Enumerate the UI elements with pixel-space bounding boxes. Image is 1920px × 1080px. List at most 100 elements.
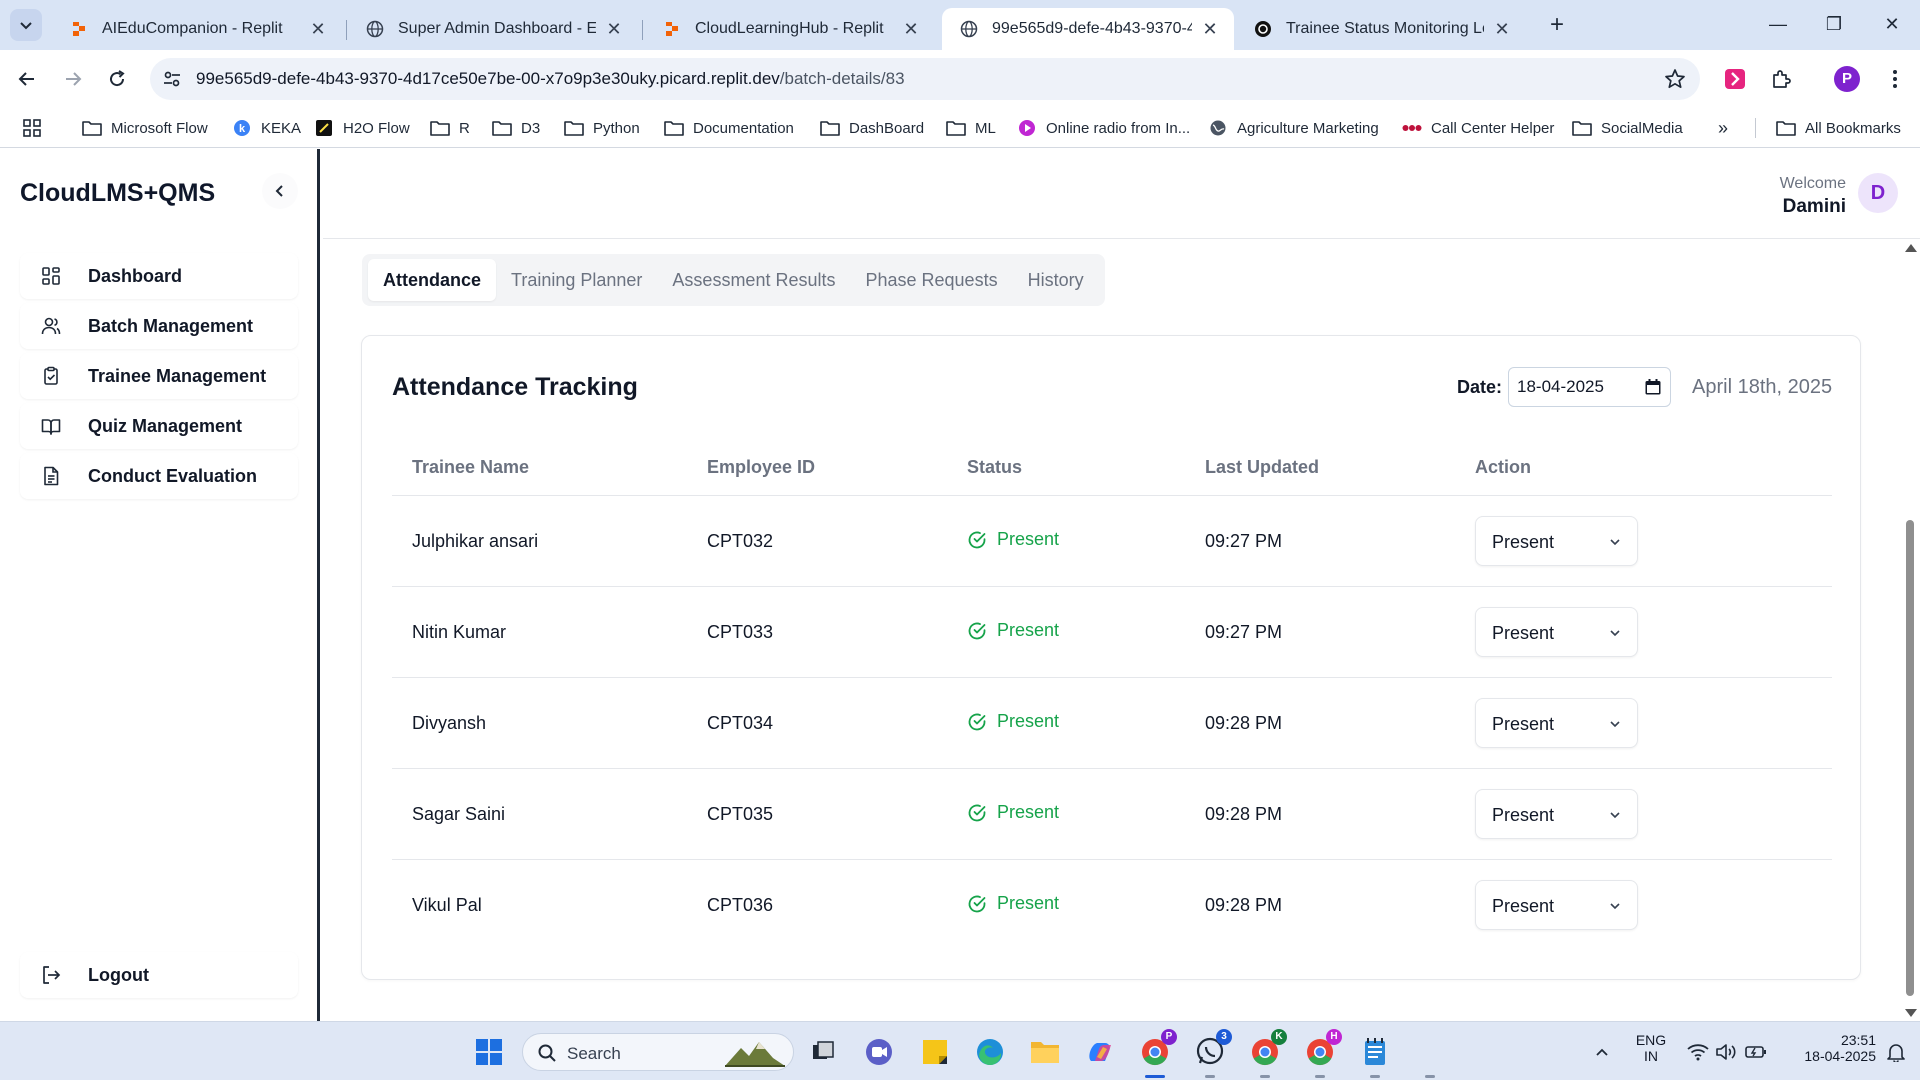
- close-icon[interactable]: ✕: [604, 19, 624, 40]
- chevron-down-icon: [1607, 898, 1623, 914]
- tab-search-button[interactable]: [10, 9, 42, 41]
- file-explorer-icon[interactable]: [1027, 1034, 1063, 1070]
- avatar[interactable]: D: [1858, 173, 1898, 213]
- more-bookmarks-button[interactable]: »: [1718, 117, 1728, 139]
- whatsapp-icon[interactable]: 3: [1192, 1029, 1232, 1078]
- tab-phase-requests[interactable]: Phase Requests: [850, 259, 1012, 301]
- status-badge: Present: [967, 620, 1059, 641]
- forward-button[interactable]: [58, 64, 88, 94]
- bookmark-item[interactable]: k KEKA: [232, 117, 301, 139]
- extensions-puzzle-icon[interactable]: [1768, 66, 1794, 92]
- bookmark-star-icon[interactable]: [1664, 68, 1686, 90]
- tab-history[interactable]: History: [1013, 259, 1099, 301]
- arrow-right-icon: [66, 72, 82, 86]
- trainee-name: Vikul Pal: [412, 895, 482, 915]
- edge-browser-icon[interactable]: [972, 1034, 1008, 1070]
- scroll-up-arrow[interactable]: [1905, 244, 1917, 252]
- input-language[interactable]: ENG IN: [1628, 1032, 1674, 1064]
- calendar-icon[interactable]: [1644, 378, 1662, 396]
- folder-icon: [492, 119, 512, 137]
- sidebar-item-quiz-management[interactable]: Quiz Management: [20, 403, 298, 449]
- notepad-icon[interactable]: [1357, 1034, 1393, 1078]
- bookmark-item[interactable]: R: [430, 117, 470, 139]
- attendance-action-select[interactable]: Present: [1475, 698, 1638, 748]
- show-hidden-icons-button[interactable]: [1584, 1034, 1620, 1070]
- bookmark-item[interactable]: Online radio from In...: [1017, 117, 1190, 139]
- bookmark-item[interactable]: SocialMedia: [1572, 117, 1683, 139]
- chrome-profile-p-icon[interactable]: P: [1137, 1029, 1177, 1078]
- browser-menu-button[interactable]: [1882, 66, 1908, 92]
- scroll-down-arrow[interactable]: [1905, 1009, 1917, 1017]
- sidebar-item-label: Conduct Evaluation: [88, 465, 258, 486]
- active-app-indicator: [1145, 1075, 1165, 1078]
- bookmark-item[interactable]: ML: [946, 117, 996, 139]
- battery-icon[interactable]: [1738, 1034, 1774, 1070]
- bookmark-item[interactable]: Microsoft Flow: [82, 117, 208, 139]
- browser-tab-trainee-status[interactable]: Trainee Status Monitoring Logic ✕: [1236, 8, 1526, 50]
- page-scrollbar[interactable]: [1900, 240, 1920, 1021]
- sidebar-item-trainee-management[interactable]: Trainee Management: [20, 353, 298, 399]
- chrome-profile-k-icon[interactable]: K: [1247, 1029, 1287, 1078]
- collapse-sidebar-button[interactable]: [262, 173, 298, 209]
- tab-assessment-results[interactable]: Assessment Results: [657, 259, 850, 301]
- tab-attendance[interactable]: Attendance: [368, 259, 497, 301]
- browser-tab-cloudlearninghub[interactable]: CloudLearningHub - Replit ✕: [645, 8, 935, 50]
- sidebar-item-conduct-evaluation[interactable]: Conduct Evaluation: [20, 453, 298, 499]
- browser-tab-super-admin[interactable]: Super Admin Dashboard - EduA ✕: [348, 8, 638, 50]
- address-bar[interactable]: 99e565d9-defe-4b43-9370-4d17ce50e7be-00-…: [150, 58, 1700, 100]
- reload-button[interactable]: [102, 64, 132, 94]
- logout-button[interactable]: Logout: [20, 952, 298, 998]
- all-bookmarks-button[interactable]: All Bookmarks: [1776, 117, 1901, 139]
- bookmark-item[interactable]: DashBoard: [820, 117, 924, 139]
- taskbar-search[interactable]: Search: [522, 1033, 794, 1071]
- bookmark-item[interactable]: Documentation: [664, 117, 794, 139]
- close-icon[interactable]: ✕: [1492, 19, 1512, 40]
- bookmark-label: DashBoard: [849, 119, 925, 137]
- sidebar-item-dashboard[interactable]: Dashboard: [20, 253, 298, 299]
- copilot-icon[interactable]: [1082, 1034, 1118, 1070]
- bookmark-item[interactable]: Agriculture Marketing: [1208, 117, 1379, 139]
- browser-tab-active[interactable]: 99e565d9-defe-4b43-9370-4d1 ✕: [942, 8, 1234, 50]
- attendance-action-select[interactable]: Present: [1475, 516, 1638, 566]
- taskbar-app-slot[interactable]: [1412, 1034, 1448, 1078]
- all-bookmarks-label: All Bookmarks: [1805, 119, 1901, 137]
- extension-pink-icon[interactable]: [1722, 66, 1748, 92]
- select-value: Present: [1492, 805, 1555, 825]
- url-text: 99e565d9-defe-4b43-9370-4d17ce50e7be-00-…: [196, 69, 905, 89]
- arrow-left-icon: [18, 72, 34, 86]
- bookmark-item[interactable]: D3: [492, 117, 540, 139]
- restore-button[interactable]: ❐: [1814, 8, 1854, 40]
- close-icon[interactable]: ✕: [308, 19, 328, 40]
- close-icon[interactable]: ✕: [1200, 19, 1220, 40]
- task-view-icon[interactable]: [805, 1034, 841, 1070]
- scroll-thumb[interactable]: [1906, 520, 1914, 996]
- date-input-value: 18-04-2025: [1517, 377, 1604, 396]
- meet-video-icon[interactable]: [861, 1034, 897, 1070]
- tab-title: Trainee Status Monitoring Logic: [1286, 20, 1484, 37]
- bookmark-item[interactable]: Call Center Helper: [1402, 117, 1554, 139]
- close-icon[interactable]: ✕: [901, 19, 921, 40]
- new-tab-button[interactable]: +: [1542, 10, 1572, 40]
- attendance-action-select[interactable]: Present: [1475, 880, 1638, 930]
- bookmark-item[interactable]: Python: [564, 117, 640, 139]
- chrome-profile-h-icon[interactable]: H: [1302, 1029, 1342, 1078]
- attendance-action-select[interactable]: Present: [1475, 607, 1638, 657]
- profile-avatar[interactable]: P: [1834, 66, 1860, 92]
- clock[interactable]: 23:51 18-04-2025: [1776, 1032, 1876, 1064]
- bookmark-label: ML: [975, 119, 996, 137]
- sticky-notes-icon[interactable]: [917, 1034, 953, 1070]
- notifications-bell-icon[interactable]: [1878, 1034, 1914, 1070]
- site-settings-icon[interactable]: [162, 69, 182, 89]
- bookmark-item[interactable]: H2O Flow: [314, 117, 410, 139]
- attendance-action-select[interactable]: Present: [1475, 789, 1638, 839]
- sidebar-item-batch-management[interactable]: Batch Management: [20, 303, 298, 349]
- minimize-button[interactable]: —: [1758, 8, 1798, 40]
- svg-text:k: k: [239, 123, 246, 135]
- date-input[interactable]: 18-04-2025: [1508, 367, 1671, 407]
- browser-tab-aiedu[interactable]: AIEduCompanion - Replit ✕: [52, 8, 342, 50]
- start-button[interactable]: [471, 1034, 507, 1070]
- back-button[interactable]: [12, 64, 42, 94]
- apps-button[interactable]: [22, 117, 42, 139]
- tab-training-planner[interactable]: Training Planner: [496, 259, 657, 301]
- window-close-button[interactable]: ✕: [1872, 8, 1912, 40]
